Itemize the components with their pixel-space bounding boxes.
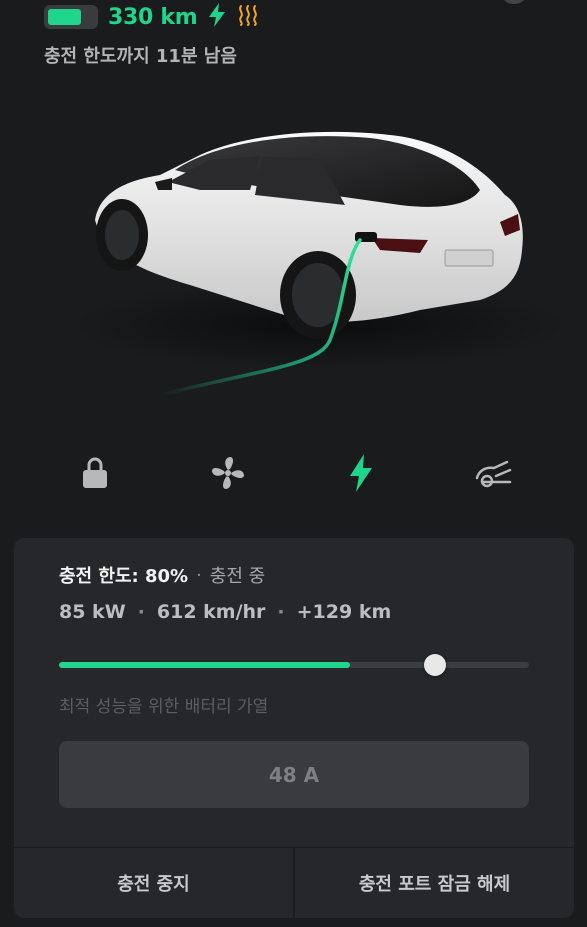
separator-dot: · bbox=[196, 564, 202, 586]
separator-dot: · bbox=[137, 601, 145, 623]
battery-heating-note: 최적 성능을 위한 배터리 가열 bbox=[59, 697, 269, 717]
charge-button[interactable] bbox=[336, 450, 386, 500]
time-to-limit: 충전 한도까지 11분 남음 bbox=[44, 46, 237, 67]
current-charge-fill bbox=[59, 662, 351, 668]
unlock-charge-port-button[interactable]: 충전 포트 잠금 해제 bbox=[293, 848, 574, 918]
climate-button[interactable] bbox=[203, 450, 253, 500]
lock-button[interactable] bbox=[70, 450, 120, 500]
vehicle-image bbox=[0, 110, 587, 430]
charging-actions: 충전 중지 충전 포트 잠금 해제 bbox=[14, 847, 574, 918]
charge-power: 85 kW bbox=[59, 601, 126, 623]
charging-panel: 충전 한도: 80% · 충전 중 85 kW · 612 km/hr · +1… bbox=[14, 538, 574, 918]
charging-state: 충전 중 bbox=[209, 566, 266, 587]
autopilot-button[interactable] bbox=[469, 450, 519, 500]
range-added: +129 km bbox=[296, 601, 392, 623]
battery-indicator bbox=[44, 5, 98, 29]
profile-avatar[interactable] bbox=[501, 0, 527, 4]
fan-icon bbox=[210, 455, 246, 495]
charge-limit-label[interactable]: 충전 한도: 80% bbox=[59, 562, 188, 588]
car-control-icon bbox=[474, 456, 514, 494]
range-text: 330 km bbox=[108, 4, 198, 30]
stop-charging-button[interactable]: 충전 중지 bbox=[14, 848, 293, 918]
lock-icon bbox=[81, 456, 109, 494]
charge-rate: 612 km/hr bbox=[156, 601, 266, 623]
charge-limit-slider[interactable] bbox=[59, 654, 529, 676]
charge-limit-thumb[interactable] bbox=[424, 654, 446, 676]
status-row: 330 km bbox=[44, 3, 259, 31]
battery-fill bbox=[48, 9, 82, 25]
charging-stats: 85 kW · 612 km/hr · +129 km bbox=[59, 601, 391, 623]
charge-current-value: 48 A bbox=[268, 762, 320, 787]
quick-controls bbox=[0, 450, 587, 500]
battery-heat-icon bbox=[237, 4, 259, 30]
charge-current-control[interactable]: 48 A bbox=[59, 741, 529, 808]
charge-limit-row: 충전 한도: 80% · 충전 중 bbox=[59, 562, 265, 588]
bolt-icon bbox=[348, 454, 374, 496]
bolt-icon bbox=[207, 3, 227, 31]
separator-dot: · bbox=[277, 601, 285, 623]
